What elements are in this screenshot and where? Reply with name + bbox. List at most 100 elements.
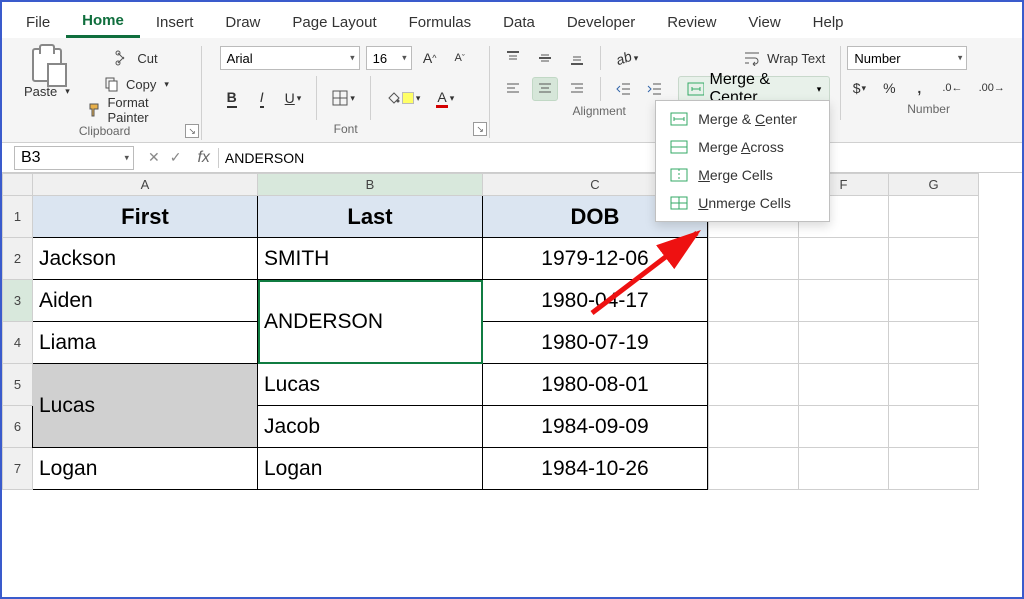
copy-button[interactable]: Copy▾ bbox=[82, 72, 191, 96]
cell-A3[interactable]: Aiden bbox=[33, 280, 258, 322]
clipboard-dialog-launcher[interactable]: ↘ bbox=[185, 124, 199, 138]
select-all-corner[interactable] bbox=[3, 174, 33, 196]
name-box[interactable]: B3▾ bbox=[14, 146, 134, 170]
menu-draw[interactable]: Draw bbox=[209, 8, 276, 37]
cell-F6[interactable] bbox=[799, 406, 889, 448]
cell-F5[interactable] bbox=[799, 364, 889, 406]
cell-B7[interactable]: Logan bbox=[258, 448, 483, 490]
cell-E3[interactable] bbox=[709, 280, 799, 322]
col-header-G[interactable]: G bbox=[889, 174, 979, 196]
decrease-font-button[interactable]: Aˇ bbox=[448, 46, 472, 70]
cell-G4[interactable] bbox=[889, 322, 979, 364]
menu-unmerge-cells[interactable]: Unmerge Cells bbox=[656, 189, 829, 217]
percent-format-button[interactable]: % bbox=[877, 76, 901, 100]
cell-C3[interactable]: 1980-04-17 bbox=[483, 280, 708, 322]
accounting-format-button[interactable]: $▾ bbox=[847, 76, 871, 100]
comma-format-button[interactable]: , bbox=[907, 76, 931, 100]
orientation-button[interactable]: ab▾ bbox=[611, 46, 643, 70]
menu-review[interactable]: Review bbox=[651, 8, 732, 37]
fill-color-button[interactable]: ▾ bbox=[381, 86, 426, 110]
cell-F4[interactable] bbox=[799, 322, 889, 364]
cell-E5[interactable] bbox=[709, 364, 799, 406]
cell-A4[interactable]: Liama bbox=[33, 322, 258, 364]
cell-E2[interactable] bbox=[709, 238, 799, 280]
row-header-5[interactable]: 5 bbox=[3, 364, 33, 406]
cell-B1[interactable]: Last bbox=[258, 196, 483, 238]
row-header-3[interactable]: 3 bbox=[3, 280, 33, 322]
increase-font-button[interactable]: A^ bbox=[418, 46, 442, 70]
font-dialog-launcher[interactable]: ↘ bbox=[473, 122, 487, 136]
cell-G6[interactable] bbox=[889, 406, 979, 448]
align-left-button[interactable] bbox=[500, 77, 526, 101]
align-middle-button[interactable] bbox=[532, 46, 558, 70]
underline-button[interactable]: U▾ bbox=[280, 86, 307, 110]
row-header-1[interactable]: 1 bbox=[3, 196, 33, 238]
formula-input[interactable]: ANDERSON bbox=[219, 150, 1022, 166]
menu-data[interactable]: Data bbox=[487, 8, 551, 37]
cell-E6[interactable] bbox=[709, 406, 799, 448]
row-header-7[interactable]: 7 bbox=[3, 448, 33, 490]
menu-insert[interactable]: Insert bbox=[140, 8, 210, 37]
menu-view[interactable]: View bbox=[732, 8, 796, 37]
cell-C5[interactable]: 1980-08-01 bbox=[483, 364, 708, 406]
row-header-6[interactable]: 6 bbox=[3, 406, 33, 448]
cell-A5-merged[interactable]: Lucas bbox=[33, 364, 258, 448]
cell-C2[interactable]: 1979-12-06 bbox=[483, 238, 708, 280]
cell-F7[interactable] bbox=[799, 448, 889, 490]
enter-formula-icon[interactable]: ✓ bbox=[170, 149, 182, 166]
font-size-select[interactable]: 16▾ bbox=[366, 46, 412, 70]
menu-merge-across[interactable]: Merge Across bbox=[656, 133, 829, 161]
cell-F2[interactable] bbox=[799, 238, 889, 280]
menu-merge-cells[interactable]: Merge Cells bbox=[656, 161, 829, 189]
merge-center-button[interactable]: Merge & Center ▾ bbox=[678, 76, 830, 102]
col-header-B[interactable]: B bbox=[258, 174, 483, 196]
cell-E4[interactable] bbox=[709, 322, 799, 364]
wrap-text-button[interactable]: Wrap Text bbox=[738, 46, 830, 70]
align-top-button[interactable] bbox=[500, 46, 526, 70]
format-painter-button[interactable]: Format Painter bbox=[82, 98, 191, 122]
number-format-select[interactable]: Number▾ bbox=[847, 46, 967, 70]
cell-G7[interactable] bbox=[889, 448, 979, 490]
fx-label[interactable]: fx bbox=[189, 149, 217, 167]
row-header-2[interactable]: 2 bbox=[3, 238, 33, 280]
cell-B2[interactable]: SMITH bbox=[258, 238, 483, 280]
cell-B5[interactable]: Lucas bbox=[258, 364, 483, 406]
cell-G1[interactable] bbox=[889, 196, 979, 238]
borders-button[interactable]: ▾ bbox=[327, 86, 360, 110]
cell-C6[interactable]: 1984-09-09 bbox=[483, 406, 708, 448]
font-name-select[interactable]: Arial▾ bbox=[220, 46, 360, 70]
increase-decimal-button[interactable]: .0← bbox=[937, 76, 967, 100]
font-color-button[interactable]: A▾ bbox=[431, 86, 459, 110]
paste-button[interactable]: Paste▾ bbox=[18, 46, 76, 101]
cell-C7[interactable]: 1984-10-26 bbox=[483, 448, 708, 490]
bold-button[interactable]: B bbox=[220, 86, 244, 110]
align-center-button[interactable] bbox=[532, 77, 558, 101]
cell-A7[interactable]: Logan bbox=[33, 448, 258, 490]
cell-A2[interactable]: Jackson bbox=[33, 238, 258, 280]
cell-B3-merged[interactable]: ANDERSON bbox=[258, 280, 483, 364]
increase-indent-button[interactable] bbox=[642, 77, 667, 101]
decrease-indent-button[interactable] bbox=[611, 77, 636, 101]
menu-developer[interactable]: Developer bbox=[551, 8, 651, 37]
col-header-A[interactable]: A bbox=[33, 174, 258, 196]
decrease-decimal-button[interactable]: .00→ bbox=[974, 76, 1010, 100]
menu-help[interactable]: Help bbox=[797, 8, 860, 37]
menu-page-layout[interactable]: Page Layout bbox=[276, 8, 392, 37]
menu-formulas[interactable]: Formulas bbox=[393, 8, 488, 37]
cancel-formula-icon[interactable]: ✕ bbox=[148, 149, 160, 166]
cell-B6[interactable]: Jacob bbox=[258, 406, 483, 448]
cell-G5[interactable] bbox=[889, 364, 979, 406]
align-bottom-button[interactable] bbox=[564, 46, 590, 70]
cell-G3[interactable] bbox=[889, 280, 979, 322]
row-header-4[interactable]: 4 bbox=[3, 322, 33, 364]
cell-E7[interactable] bbox=[709, 448, 799, 490]
menu-home[interactable]: Home bbox=[66, 6, 140, 38]
cut-button[interactable]: Cut bbox=[82, 46, 191, 70]
menu-file[interactable]: File bbox=[10, 8, 66, 37]
cell-F3[interactable] bbox=[799, 280, 889, 322]
italic-button[interactable]: I bbox=[250, 86, 274, 110]
cell-C4[interactable]: 1980-07-19 bbox=[483, 322, 708, 364]
cell-A1[interactable]: First bbox=[33, 196, 258, 238]
cell-G2[interactable] bbox=[889, 238, 979, 280]
align-right-button[interactable] bbox=[564, 77, 590, 101]
